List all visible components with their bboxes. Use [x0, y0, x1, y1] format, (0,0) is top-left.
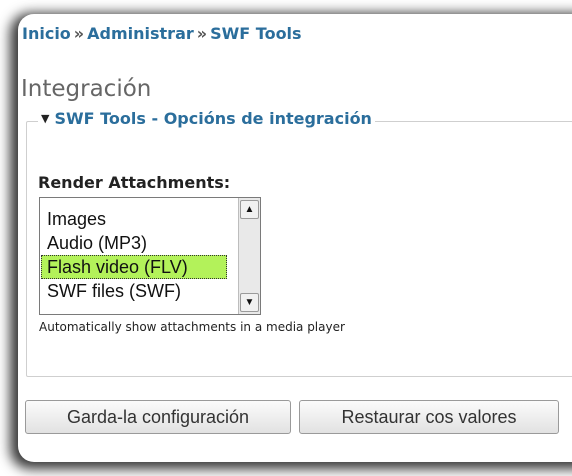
- render-attachments-description: Automatically show attachments in a medi…: [39, 320, 345, 334]
- listbox-option-flash-video[interactable]: Flash video (FLV): [41, 255, 227, 279]
- fieldset-legend[interactable]: ▼ SWF Tools - Opcións de integración: [38, 108, 375, 132]
- triangle-down-icon[interactable]: ▼: [41, 112, 49, 125]
- listbox-scrollbar[interactable]: ▲ ▼: [238, 198, 260, 314]
- breadcrumb-inicio[interactable]: Inicio: [22, 24, 71, 43]
- breadcrumb-separator: »: [73, 24, 85, 43]
- save-configuration-button[interactable]: Garda-la configuración: [25, 400, 291, 434]
- breadcrumb: Inicio» Administrar» SWF Tools: [22, 24, 302, 43]
- render-attachments-label: Render Attachments:: [38, 173, 231, 192]
- render-attachments-listbox[interactable]: Images Audio (MP3) Flash video (FLV) SWF…: [39, 197, 261, 315]
- page-title: Integración: [21, 76, 152, 102]
- listbox-option-audio[interactable]: Audio (MP3): [41, 231, 227, 255]
- reset-defaults-button[interactable]: Restaurar cos valores: [299, 400, 559, 434]
- listbox-option-images[interactable]: Images: [41, 207, 227, 231]
- fieldset-legend-label[interactable]: SWF Tools - Opcións de integración: [54, 109, 371, 128]
- scroll-down-arrow-icon[interactable]: ▼: [240, 293, 259, 312]
- breadcrumb-swf-tools[interactable]: SWF Tools: [210, 24, 301, 43]
- breadcrumb-separator: »: [196, 24, 208, 43]
- breadcrumb-administrar[interactable]: Administrar: [87, 24, 194, 43]
- scroll-up-arrow-icon[interactable]: ▲: [240, 200, 259, 219]
- listbox-option-swf-files[interactable]: SWF files (SWF): [41, 279, 227, 303]
